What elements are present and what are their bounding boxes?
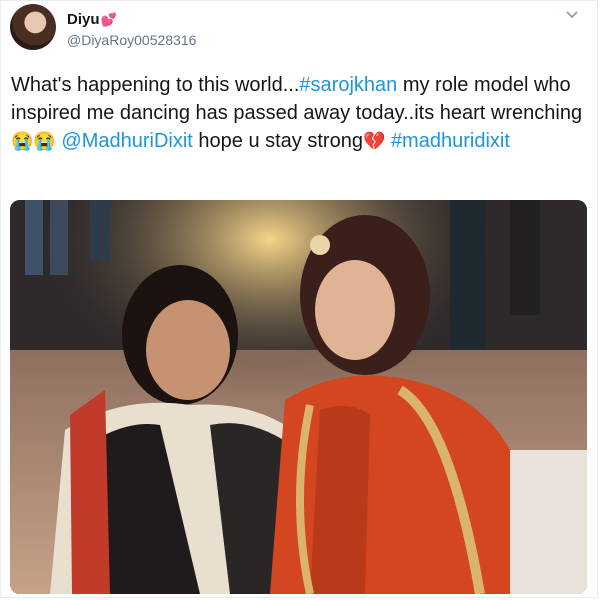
avatar[interactable]: [10, 4, 56, 50]
tweet-card[interactable]: Diyu💕 @DiyaRoy00528316 What's happening …: [0, 0, 598, 598]
hashtag-sarojkhan[interactable]: #sarojkhan: [299, 74, 397, 96]
crying-emojis: 😭😭: [11, 131, 56, 151]
mention-madhuridixit[interactable]: @MadhuriDixit: [61, 130, 192, 152]
heart-emoji: 💕: [100, 12, 117, 27]
tweet-text-part3: hope u stay strong: [192, 130, 363, 152]
author-name-text[interactable]: Diyu: [67, 11, 100, 28]
author-name[interactable]: Diyu💕: [67, 11, 117, 28]
broken-heart-emoji: 💔: [362, 131, 386, 151]
tweet-text: What's happening to this world...#sarojk…: [11, 71, 589, 155]
hashtag-madhuridixit[interactable]: #madhuridixit: [391, 130, 510, 152]
chevron-down-icon[interactable]: [564, 7, 580, 23]
tweet-photo[interactable]: [10, 200, 587, 594]
author-handle[interactable]: @DiyaRoy00528316: [67, 32, 196, 48]
tweet-text-part1: What's happening to this world...: [11, 74, 300, 96]
photo-illustration: [10, 200, 587, 594]
